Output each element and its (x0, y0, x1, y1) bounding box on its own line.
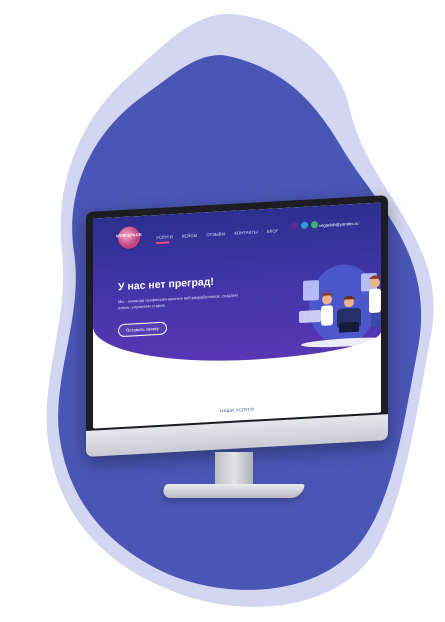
monitor-screen: WEB SPACE Услуги Кейсы Отзывы Контакты Б… (93, 202, 381, 429)
stage: WEB SPACE Услуги Кейсы Отзывы Контакты Б… (0, 0, 445, 622)
monitor-stand-base (160, 484, 306, 498)
main-nav: Услуги Кейсы Отзывы Контакты Блог (156, 228, 278, 240)
hero-subtitle: Мы - команда профессиональных веб разраб… (118, 292, 238, 310)
nav-item-services[interactable]: Услуги (156, 234, 173, 240)
nav-item-cases[interactable]: Кейсы (182, 233, 197, 239)
team-illustration (299, 264, 381, 348)
social-links (291, 221, 318, 230)
whatsapp-icon[interactable] (291, 222, 298, 230)
logo-text: WEB SPACE (116, 231, 142, 239)
hero-title: У нас нет преград! (118, 275, 214, 294)
viber-icon[interactable] (311, 221, 318, 229)
monitor: WEB SPACE Услуги Кейсы Отзывы Контакты Б… (86, 195, 388, 457)
nav-item-contacts[interactable]: Контакты (234, 229, 257, 235)
telegram-icon[interactable] (301, 221, 308, 229)
nav-active-indicator (156, 241, 169, 244)
hero-section: WEB SPACE Услуги Кейсы Отзывы Контакты Б… (93, 202, 381, 369)
email-link[interactable]: vegaclub@yandex.ru (319, 221, 358, 228)
nav-item-blog[interactable]: Блог (267, 228, 278, 234)
nav-item-reviews[interactable]: Отзывы (206, 231, 225, 237)
cta-button[interactable]: Оставить заявку (118, 321, 167, 338)
